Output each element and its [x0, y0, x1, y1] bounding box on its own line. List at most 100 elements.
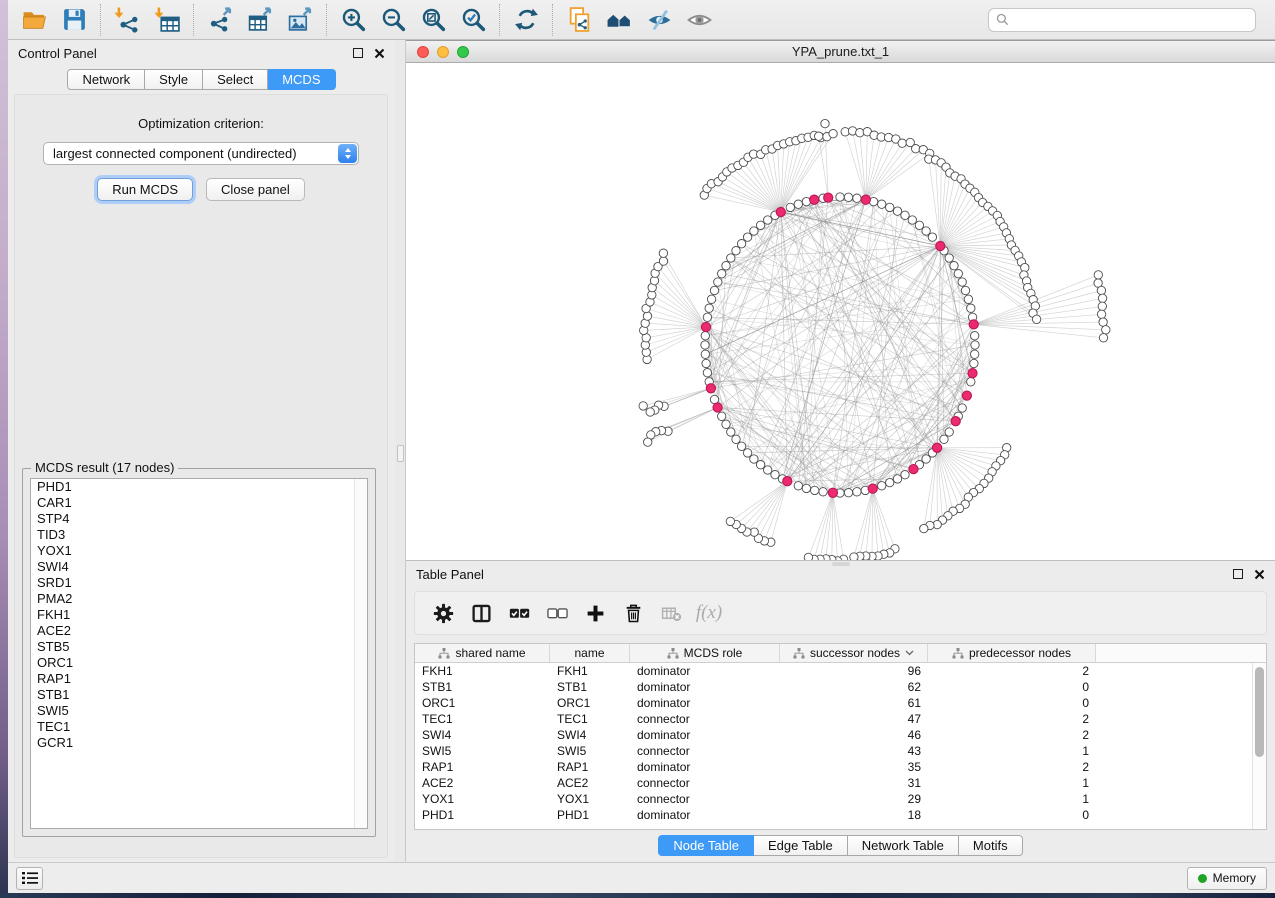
tab-mcds[interactable]: MCDS	[268, 69, 335, 90]
network-node[interactable]	[737, 442, 745, 450]
network-node[interactable]	[732, 435, 740, 443]
network-node[interactable]	[707, 295, 715, 303]
network-node[interactable]	[920, 524, 928, 532]
column-header-MCDS-role[interactable]: MCDS role	[630, 644, 780, 662]
mcds-result-item[interactable]: CAR1	[31, 495, 367, 511]
network-node[interactable]	[703, 369, 711, 377]
network-node[interactable]	[850, 553, 858, 560]
network-node[interactable]	[639, 402, 647, 410]
network-node[interactable]	[643, 312, 651, 320]
network-node[interactable]	[915, 221, 923, 229]
show-graphics-details-button[interactable]	[679, 4, 719, 36]
network-node[interactable]	[1094, 271, 1102, 279]
network-node[interactable]	[971, 350, 979, 358]
table-scrollbar-thumb[interactable]	[1255, 667, 1264, 757]
network-hub-node[interactable]	[706, 384, 715, 393]
network-node[interactable]	[945, 428, 953, 436]
mcds-result-item[interactable]: SWI5	[31, 703, 367, 719]
network-node[interactable]	[705, 304, 713, 312]
network-node[interactable]	[726, 517, 734, 525]
refresh-view-button[interactable]	[506, 4, 546, 36]
table-row[interactable]: SWI5SWI5connector431	[415, 743, 1266, 759]
network-node[interactable]	[756, 221, 764, 229]
network-hub-node[interactable]	[951, 417, 960, 426]
save-session-button[interactable]	[54, 4, 94, 36]
network-hub-node[interactable]	[828, 488, 837, 497]
close-panel-icon[interactable]	[1254, 569, 1265, 580]
table-row[interactable]: ACE2ACE2connector311	[415, 775, 1266, 791]
close-window-icon[interactable]	[417, 46, 429, 58]
network-node[interactable]	[802, 484, 810, 492]
network-node[interactable]	[971, 341, 979, 349]
network-hub-node[interactable]	[933, 443, 942, 452]
mcds-result-item[interactable]: RAP1	[31, 671, 367, 687]
network-node[interactable]	[794, 482, 802, 490]
network-node[interactable]	[701, 350, 709, 358]
mcds-result-item[interactable]: SRD1	[31, 575, 367, 591]
table-row[interactable]: STB1STB1dominator620	[415, 679, 1266, 695]
table-row[interactable]: YOX1YOX1connector291	[415, 791, 1266, 807]
memory-button[interactable]: Memory	[1187, 867, 1267, 890]
float-panel-icon[interactable]	[353, 48, 363, 58]
mcds-result-item[interactable]: PHD1	[31, 479, 367, 495]
table-row[interactable]: PHD1PHD1dominator180	[415, 807, 1266, 823]
network-node[interactable]	[811, 486, 819, 494]
network-node[interactable]	[1097, 286, 1105, 294]
column-header-name[interactable]: name	[550, 644, 630, 662]
mcds-result-item[interactable]: PMA2	[31, 591, 367, 607]
network-hub-node[interactable]	[861, 195, 870, 204]
network-node[interactable]	[928, 233, 936, 241]
network-node[interactable]	[732, 247, 740, 255]
network-node[interactable]	[804, 553, 812, 560]
network-hub-node[interactable]	[969, 320, 978, 329]
network-node[interactable]	[750, 227, 758, 235]
network-hub-node[interactable]	[936, 241, 945, 250]
network-node[interactable]	[908, 216, 916, 224]
network-node[interactable]	[718, 412, 726, 420]
network-node[interactable]	[771, 471, 779, 479]
optimization-criterion-select[interactable]: largest connected component (undirected)	[43, 142, 359, 165]
column-visibility-button[interactable]	[462, 595, 500, 631]
close-panel-button[interactable]: Close panel	[206, 178, 305, 201]
column-header-predecessor-nodes[interactable]: predecessor nodes	[928, 644, 1096, 662]
mcds-result-item[interactable]: FKH1	[31, 607, 367, 623]
network-node[interactable]	[886, 203, 894, 211]
mcds-result-item[interactable]: TID3	[31, 527, 367, 543]
network-node[interactable]	[967, 304, 975, 312]
import-network-button[interactable]	[107, 4, 147, 36]
mcds-result-item[interactable]: YOX1	[31, 543, 367, 559]
vertical-splitter[interactable]	[395, 40, 406, 862]
network-node[interactable]	[727, 428, 735, 436]
tab-network[interactable]: Network	[67, 69, 145, 90]
run-mcds-button[interactable]: Run MCDS	[97, 178, 193, 201]
network-node[interactable]	[945, 254, 953, 262]
network-node[interactable]	[1102, 326, 1110, 334]
add-column-button[interactable]	[576, 595, 614, 631]
network-node[interactable]	[1098, 294, 1106, 302]
network-node[interactable]	[646, 408, 654, 416]
mcds-result-item[interactable]: ORC1	[31, 655, 367, 671]
column-header-successor-nodes[interactable]: successor nodes	[780, 644, 928, 662]
tab-node-table[interactable]: Node Table	[658, 835, 754, 856]
network-hub-node[interactable]	[783, 477, 792, 486]
select-all-button[interactable]	[500, 595, 538, 631]
zoom-selected-button[interactable]	[453, 4, 493, 36]
tab-edge-table[interactable]: Edge Table	[754, 835, 848, 856]
network-hub-node[interactable]	[868, 484, 877, 493]
network-node[interactable]	[829, 130, 837, 138]
table-row[interactable]: RAP1RAP1dominator352	[415, 759, 1266, 775]
network-node[interactable]	[1099, 334, 1107, 342]
network-node[interactable]	[886, 478, 894, 486]
table-scrollbar[interactable]	[1252, 663, 1266, 829]
network-node[interactable]	[844, 193, 852, 201]
network-node[interactable]	[893, 475, 901, 483]
mcds-result-item[interactable]: ACE2	[31, 623, 367, 639]
network-node[interactable]	[898, 139, 906, 147]
task-history-button[interactable]	[16, 867, 43, 890]
tab-network-table[interactable]: Network Table	[848, 835, 959, 856]
mcds-result-item[interactable]: STP4	[31, 511, 367, 527]
network-node[interactable]	[844, 489, 852, 497]
mcds-result-item[interactable]: TEC1	[31, 719, 367, 735]
import-table-button[interactable]	[147, 4, 187, 36]
column-header-shared-name[interactable]: shared name	[415, 644, 550, 662]
